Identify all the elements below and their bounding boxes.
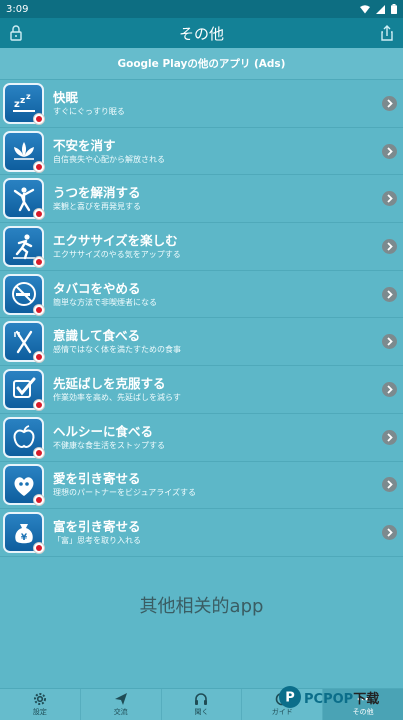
badge-dot-icon — [33, 398, 45, 411]
running-person-icon — [3, 225, 45, 268]
status-bar: 3:09 — [0, 0, 403, 18]
footer-text: 其他相关的app — [139, 596, 264, 617]
headphones-icon — [195, 693, 208, 705]
watermark: P PCPOP下载 — [278, 683, 403, 711]
badge-dot-icon — [33, 208, 45, 221]
badge-dot-icon — [33, 112, 45, 125]
app-list-item[interactable]: 不安を消す 自信喪失や心配から解放される — [0, 128, 403, 176]
no-smoking-icon — [3, 273, 45, 316]
wifi-icon — [360, 4, 370, 13]
sleep-zzz-icon: zzz — [3, 82, 45, 125]
app-item-subtitle: 感情ではなく体を満たすための食事 — [53, 345, 181, 355]
checkbox-icon — [3, 368, 45, 411]
app-item-subtitle: 理想のパートナーをビジュアライズする — [53, 488, 197, 498]
app-item-title: エクササイズを楽しむ — [53, 232, 178, 248]
app-item-texts: 富を引き寄せる 「富」思考を取り入れる — [53, 519, 382, 546]
app-list-item[interactable]: 愛を引き寄せる 理想のパートナーをビジュアライズする — [0, 462, 403, 510]
app-item-subtitle: 作業効率を高め、先延ばしを減らす — [53, 392, 181, 402]
app-bar: その他 — [0, 18, 403, 48]
app-item-texts: 不安を消す 自信喪失や心配から解放される — [53, 138, 382, 165]
app-list-item[interactable]: ¥ 富を引き寄せる 「富」思考を取り入れる — [0, 509, 403, 557]
chevron-right-icon[interactable] — [382, 381, 397, 397]
app-list-item[interactable]: 先延ばしを克服する 作業効率を高め、先延ばしを減らす — [0, 366, 403, 414]
chevron-right-icon[interactable] — [382, 143, 397, 159]
app-list-item[interactable]: z z z 快眠 すぐにぐっすり眠る — [0, 80, 403, 128]
heart-people-icon — [3, 464, 45, 507]
share-icon[interactable] — [380, 24, 394, 42]
app-item-title: タバコをやめる — [53, 280, 141, 296]
section-header: Google Playの他のアプリ (Ads) — [0, 48, 403, 80]
lotus-icon — [3, 130, 45, 173]
app-list-item[interactable]: 意識して食べる 感情ではなく体を満たすための食事 — [0, 318, 403, 367]
chevron-right-icon[interactable] — [382, 525, 397, 541]
gear-icon — [33, 693, 46, 705]
battery-icon — [391, 4, 397, 14]
badge-dot-icon — [33, 255, 45, 268]
chevron-right-icon[interactable] — [382, 477, 397, 493]
chevron-right-icon[interactable] — [382, 238, 397, 254]
badge-dot-icon — [33, 351, 45, 364]
nav-item-label: 交流 — [113, 708, 128, 716]
jumping-person-icon — [3, 178, 45, 221]
nav-item[interactable]: 聞く — [162, 689, 243, 720]
app-item-texts: 快眠 すぐにぐっすり眠る — [53, 90, 382, 117]
svg-text:z: z — [26, 92, 31, 101]
app-item-texts: 愛を引き寄せる 理想のパートナーをビジュアライズする — [53, 471, 382, 498]
watermark-logo-icon: P — [279, 686, 301, 708]
chevron-right-icon[interactable] — [382, 429, 397, 445]
svg-text:z: z — [20, 96, 25, 106]
chevron-right-icon[interactable] — [382, 191, 397, 207]
badge-dot-icon — [33, 303, 45, 316]
app-item-texts: タバコをやめる 簡単な方法で非喫煙者になる — [53, 281, 382, 308]
app-item-title: うつを解消する — [53, 185, 141, 201]
app-item-subtitle: 簡単な方法で非喫煙者になる — [53, 297, 157, 307]
app-item-subtitle: 「富」思考を取り入れる — [53, 536, 141, 546]
app-item-texts: ヘルシーに食べる 不健康な食生活をストップする — [53, 424, 382, 451]
nav-item[interactable]: 交流 — [81, 689, 162, 720]
app-item-texts: 先延ばしを克服する 作業効率を高め、先延ばしを減らす — [53, 376, 382, 403]
app-item-title: 富を引き寄せる — [53, 519, 141, 535]
app-list-item[interactable]: タバコをやめる 簡単な方法で非喫煙者になる — [0, 271, 403, 319]
app-list-item[interactable]: エクササイズを楽しむ エクササイズのやる気をアップする — [0, 223, 403, 271]
app-item-subtitle: エクササイズのやる気をアップする — [53, 249, 181, 259]
app-item-title: 意識して食べる — [53, 328, 141, 344]
app-item-title: 愛を引き寄せる — [53, 471, 141, 487]
badge-dot-icon — [33, 446, 45, 459]
app-list-item[interactable]: うつを解消する 楽観と喜びを再発見する — [0, 175, 403, 224]
app-item-subtitle: すぐにぐっすり眠る — [53, 106, 125, 116]
lock-icon[interactable] — [9, 24, 23, 42]
fork-knife-icon — [3, 321, 45, 364]
chevron-right-icon[interactable] — [382, 286, 397, 302]
chevron-right-icon[interactable] — [382, 95, 397, 111]
app-item-texts: エクササイズを楽しむ エクササイズのやる気をアップする — [53, 233, 382, 260]
app-item-title: 不安を消す — [53, 137, 116, 153]
app-item-title: ヘルシーに食べる — [53, 423, 154, 439]
nav-item-label: 聞く — [194, 708, 209, 716]
nav-item-label: 設定 — [32, 708, 47, 716]
app-item-texts: 意識して食べる 感情ではなく体を満たすための食事 — [53, 328, 382, 355]
apple-icon — [3, 416, 45, 459]
svg-text:P: P — [285, 691, 295, 706]
app-item-title: 先延ばしを克服する — [53, 375, 166, 391]
badge-dot-icon — [33, 160, 45, 173]
nav-item[interactable]: 設定 — [0, 689, 81, 720]
badge-dot-icon — [33, 494, 45, 507]
app-item-subtitle: 不健康な食生活をストップする — [53, 440, 165, 450]
app-item-title: 快眠 — [53, 89, 79, 105]
app-item-texts: うつを解消する 楽観と喜びを再発見する — [53, 185, 382, 212]
watermark-text: PCPOP下载 — [304, 691, 380, 707]
app-list: z z z 快眠 すぐにぐっすり眠る 不安を消す 自信喪失や心配から解放される うつを解消する… — [0, 80, 403, 557]
app-list-item[interactable]: ヘルシーに食べる 不健康な食生活をストップする — [0, 414, 403, 462]
send-icon — [114, 693, 127, 705]
app-item-subtitle: 楽観と喜びを再発見する — [53, 202, 141, 212]
status-time: 3:09 — [6, 3, 29, 15]
chevron-right-icon[interactable] — [382, 334, 397, 350]
money-bag-icon: ¥ — [3, 512, 45, 555]
signal-icon — [376, 4, 385, 14]
svg-text:¥: ¥ — [20, 533, 27, 543]
page-title: その他 — [178, 24, 224, 43]
app-item-subtitle: 自信喪失や心配から解放される — [53, 154, 165, 164]
badge-dot-icon — [33, 542, 45, 555]
status-icons — [360, 4, 397, 14]
